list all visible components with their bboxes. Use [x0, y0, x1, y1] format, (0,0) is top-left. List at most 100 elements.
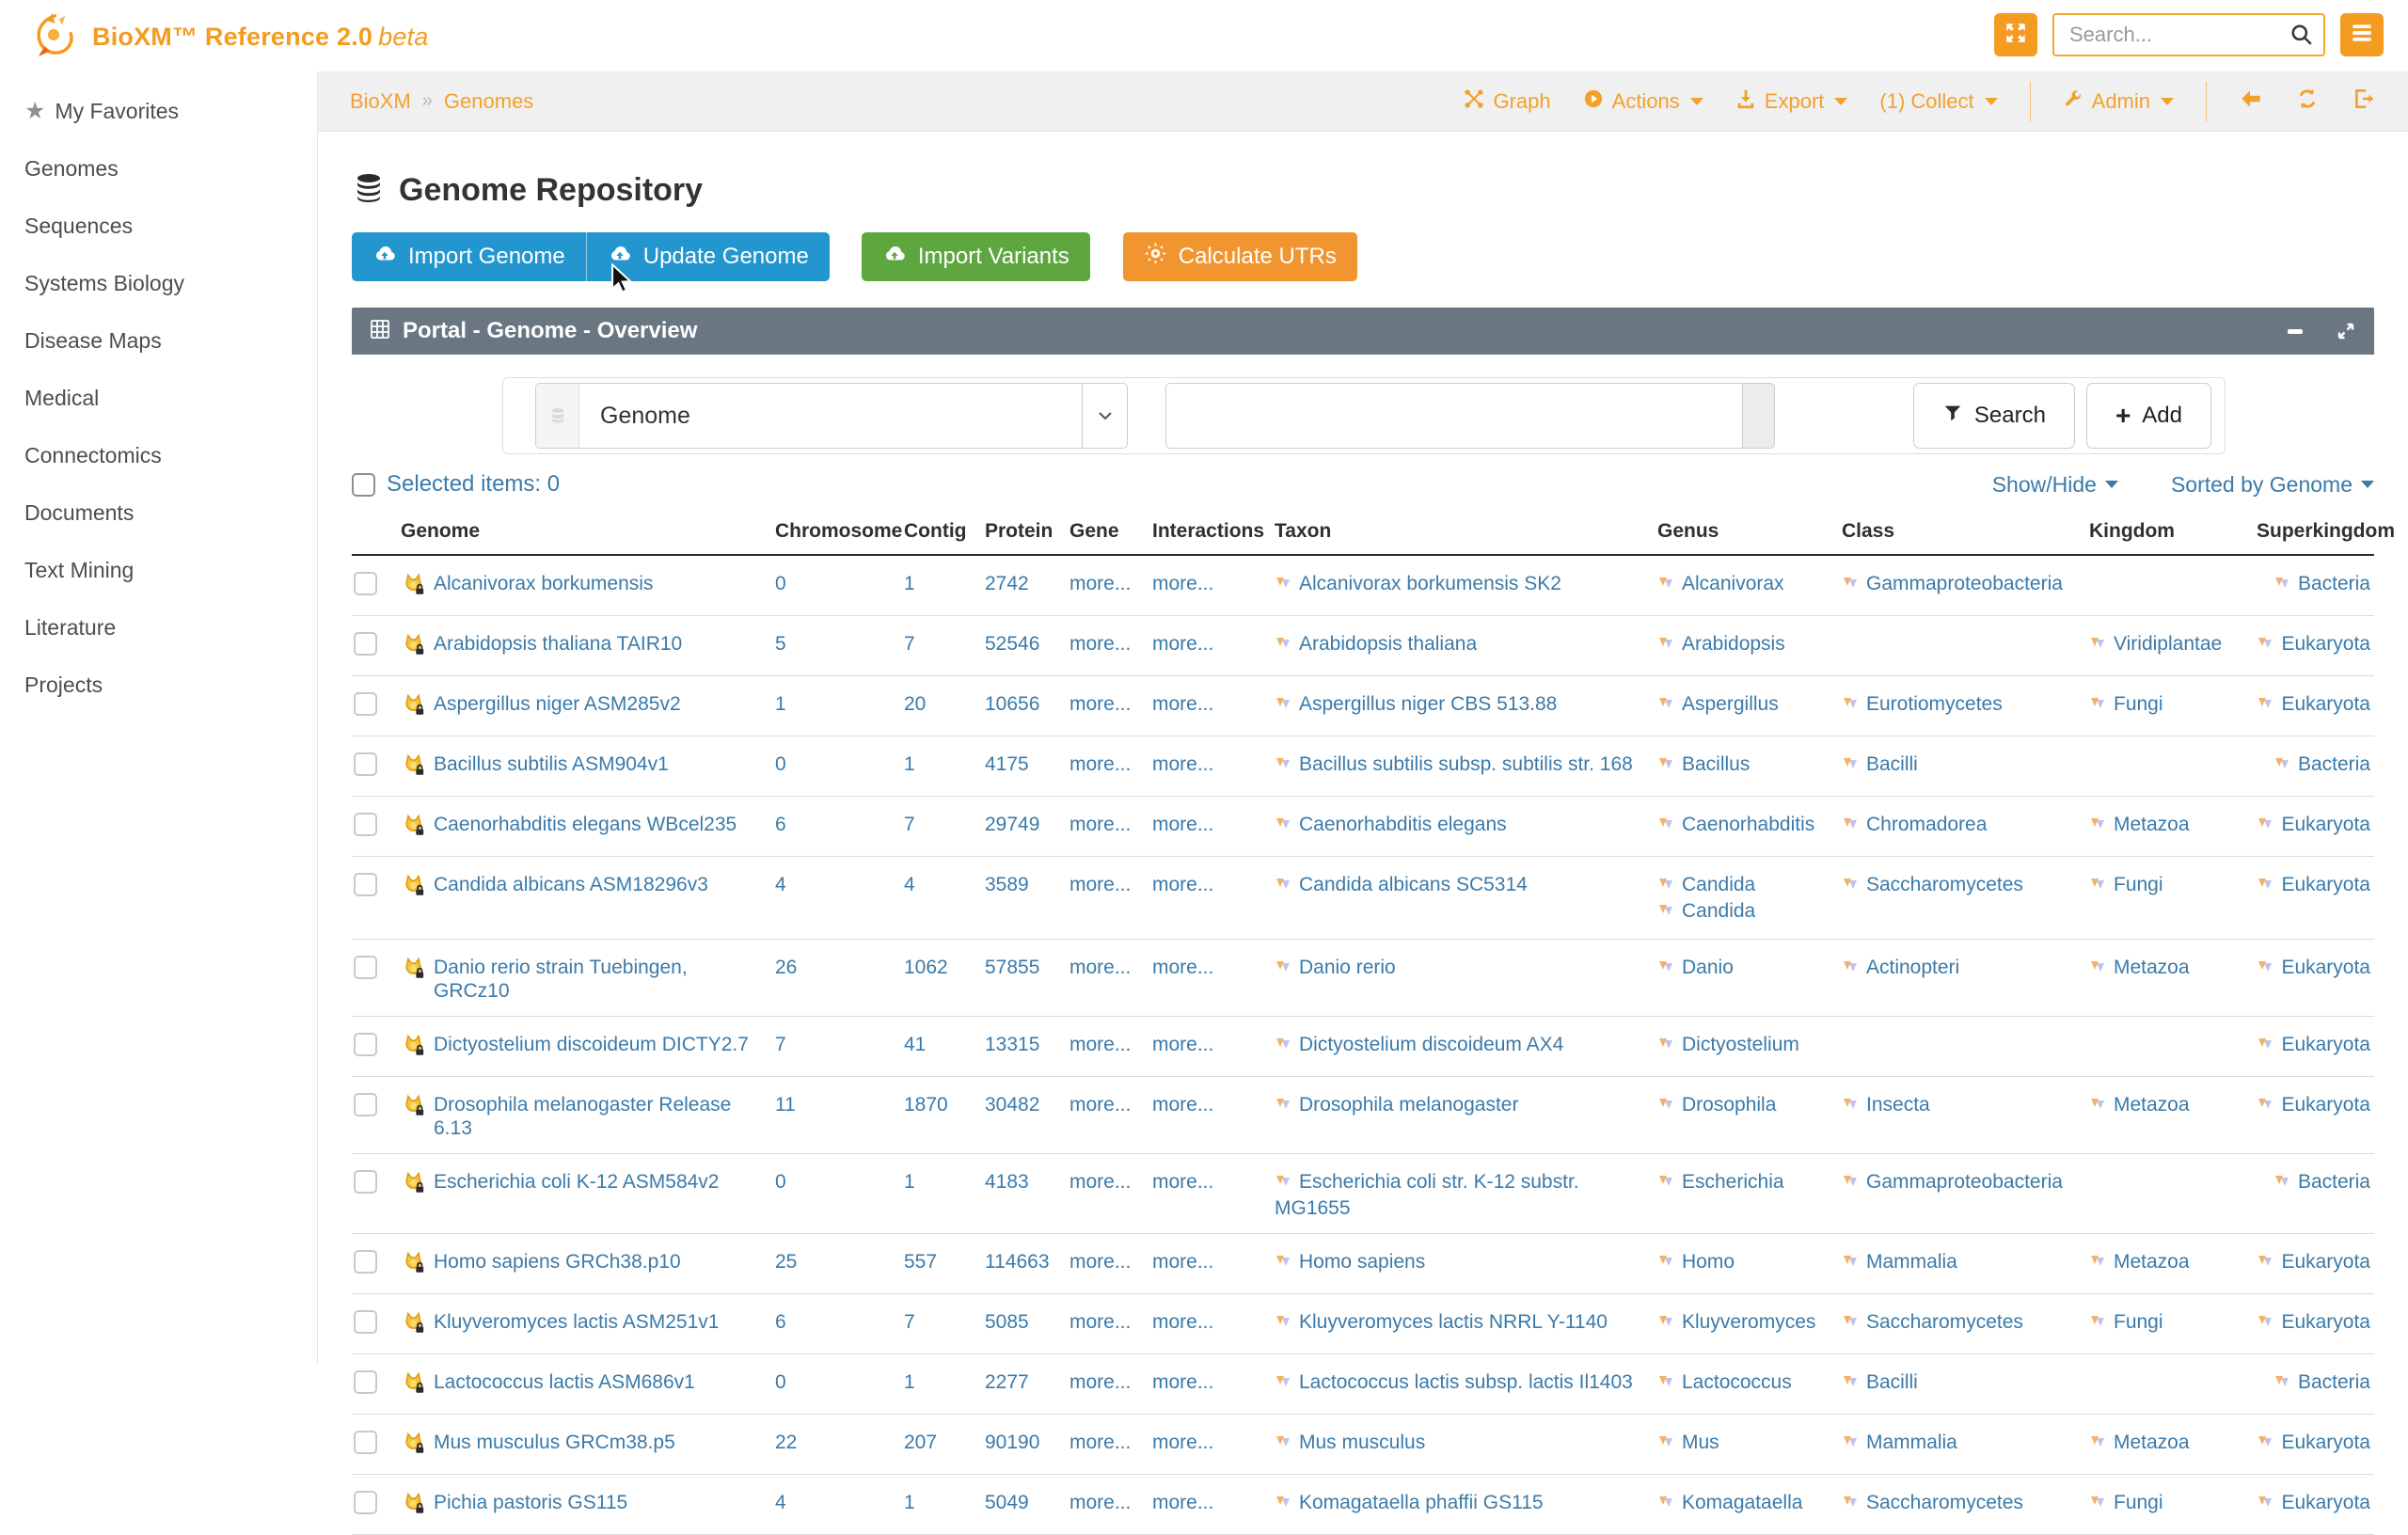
sign-out-button[interactable] — [2352, 87, 2376, 116]
superkingdom-link[interactable]: Eukaryota — [2281, 1094, 2370, 1116]
breadcrumb-genomes[interactable]: Genomes — [444, 89, 533, 114]
protein-count-link[interactable]: 29749 — [985, 814, 1039, 835]
interactions-more-link[interactable]: more... — [1152, 1094, 1213, 1116]
genome-link[interactable]: Mus musculus GRCm38.p5 — [434, 1431, 675, 1454]
contig-count-link[interactable]: 1870 — [904, 1094, 948, 1116]
protein-count-link[interactable]: 52546 — [985, 633, 1039, 655]
superkingdom-link[interactable]: Eukaryota — [2281, 1311, 2370, 1333]
gene-more-link[interactable]: more... — [1069, 1094, 1131, 1116]
genus-link[interactable]: Escherichia — [1682, 1171, 1784, 1193]
row-checkbox[interactable] — [354, 956, 377, 979]
row-checkbox[interactable] — [354, 1310, 377, 1334]
contig-count-link[interactable]: 1 — [904, 1492, 915, 1513]
taxon-link[interactable]: Candida albicans SC5314 — [1299, 874, 1528, 895]
sidebar-item-systems-biology[interactable]: Systems Biology — [0, 255, 317, 312]
gene-more-link[interactable]: more... — [1069, 693, 1131, 715]
chromosome-count-link[interactable]: 22 — [775, 1432, 797, 1453]
row-checkbox[interactable] — [354, 1033, 377, 1056]
contig-count-link[interactable]: 20 — [904, 693, 926, 715]
kingdom-link[interactable]: Fungi — [2114, 1311, 2163, 1333]
gene-more-link[interactable]: more... — [1069, 1492, 1131, 1513]
genome-link[interactable]: Bacillus subtilis ASM904v1 — [434, 752, 669, 776]
row-checkbox[interactable] — [354, 1250, 377, 1274]
sidebar-item-medical[interactable]: Medical — [0, 370, 317, 427]
superkingdom-link[interactable]: Eukaryota — [2281, 1432, 2370, 1453]
superkingdom-link[interactable]: Eukaryota — [2281, 1492, 2370, 1513]
interactions-more-link[interactable]: more... — [1152, 1171, 1213, 1193]
query-input-addon[interactable] — [1742, 384, 1774, 448]
superkingdom-link[interactable]: Bacteria — [2298, 1171, 2370, 1193]
genus-link[interactable]: Lactococcus — [1682, 1371, 1792, 1393]
superkingdom-link[interactable]: Eukaryota — [2281, 633, 2370, 655]
gene-more-link[interactable]: more... — [1069, 633, 1131, 655]
genome-link[interactable]: Kluyveromyces lactis ASM251v1 — [434, 1310, 719, 1334]
contig-count-link[interactable]: 7 — [904, 814, 915, 835]
genus-link[interactable]: Dictyostelium — [1682, 1034, 1799, 1055]
taxon-link[interactable]: Arabidopsis thaliana — [1299, 633, 1477, 655]
taxon-link[interactable]: Lactococcus lactis subsp. lactis Il1403 — [1299, 1371, 1633, 1393]
interactions-more-link[interactable]: more... — [1152, 957, 1213, 978]
genus-link[interactable]: Kluyveromyces — [1682, 1311, 1815, 1333]
genome-link[interactable]: Danio rerio strain Tuebingen, GRCz10 — [434, 956, 768, 1003]
gene-more-link[interactable]: more... — [1069, 1171, 1131, 1193]
superkingdom-link[interactable]: Eukaryota — [2281, 1251, 2370, 1273]
kingdom-link[interactable]: Metazoa — [2114, 1432, 2190, 1453]
chromosome-count-link[interactable]: 6 — [775, 814, 786, 835]
row-checkbox[interactable] — [354, 813, 377, 836]
genome-link[interactable]: Arabidopsis thaliana TAIR10 — [434, 632, 682, 656]
kingdom-link[interactable]: Metazoa — [2114, 957, 2190, 978]
taxon-link[interactable]: Escherichia coli str. K-12 substr. MG165… — [1275, 1171, 1579, 1219]
class-link[interactable]: Gammaproteobacteria — [1866, 1171, 2063, 1193]
contig-count-link[interactable]: 1062 — [904, 957, 948, 978]
interactions-more-link[interactable]: more... — [1152, 1371, 1213, 1393]
interactions-more-link[interactable]: more... — [1152, 1034, 1213, 1055]
interactions-more-link[interactable]: more... — [1152, 693, 1213, 715]
taxon-link[interactable]: Danio rerio — [1299, 957, 1396, 978]
taxon-link[interactable]: Kluyveromyces lactis NRRL Y-1140 — [1299, 1311, 1608, 1333]
genome-link[interactable]: Caenorhabditis elegans WBcel235 — [434, 813, 737, 836]
genome-link[interactable]: Alcanivorax borkumensis — [434, 572, 653, 595]
chromosome-count-link[interactable]: 0 — [775, 1171, 786, 1193]
chromosome-count-link[interactable]: 25 — [775, 1251, 797, 1273]
actions-dropdown[interactable]: Actions — [1583, 88, 1703, 115]
sorted-by-dropdown[interactable]: Sorted by Genome — [2171, 472, 2374, 498]
row-checkbox[interactable] — [354, 632, 377, 656]
class-link[interactable]: Actinopteri — [1866, 957, 1959, 978]
contig-count-link[interactable]: 1 — [904, 573, 915, 594]
gene-more-link[interactable]: more... — [1069, 753, 1131, 775]
sidebar-item-my-favorites[interactable]: ★ My Favorites — [0, 83, 317, 140]
gene-more-link[interactable]: more... — [1069, 1311, 1131, 1333]
superkingdom-link[interactable]: Eukaryota — [2281, 693, 2370, 715]
contig-count-link[interactable]: 207 — [904, 1432, 937, 1453]
update-genome-button[interactable]: Update Genome — [587, 232, 830, 281]
gene-more-link[interactable]: more... — [1069, 1251, 1131, 1273]
class-link[interactable]: Insecta — [1866, 1094, 1930, 1116]
selected-items-label[interactable]: Selected items: 0 — [387, 471, 560, 498]
taxon-link[interactable]: Bacillus subtilis subsp. subtilis str. 1… — [1299, 753, 1633, 775]
taxon-link[interactable]: Mus musculus — [1299, 1432, 1425, 1453]
chromosome-count-link[interactable]: 4 — [775, 874, 786, 895]
chromosome-count-link[interactable]: 0 — [775, 753, 786, 775]
genus-link[interactable]: Arabidopsis — [1682, 633, 1785, 655]
kingdom-link[interactable]: Metazoa — [2114, 1094, 2190, 1116]
protein-count-link[interactable]: 3589 — [985, 874, 1029, 895]
chromosome-count-link[interactable]: 1 — [775, 693, 786, 715]
select-all-checkbox[interactable] — [352, 473, 375, 497]
import-variants-button[interactable]: Import Variants — [862, 232, 1090, 281]
expand-arrows-button[interactable] — [1994, 13, 2037, 56]
genome-link[interactable]: Lactococcus lactis ASM686v1 — [434, 1370, 695, 1394]
chromosome-count-link[interactable]: 4 — [775, 1492, 786, 1513]
contig-count-link[interactable]: 41 — [904, 1034, 926, 1055]
kingdom-link[interactable]: Fungi — [2114, 874, 2163, 895]
interactions-more-link[interactable]: more... — [1152, 573, 1213, 594]
sidebar-item-projects[interactable]: Projects — [0, 657, 317, 714]
contig-count-link[interactable]: 1 — [904, 1371, 915, 1393]
protein-count-link[interactable]: 13315 — [985, 1034, 1039, 1055]
taxon-link[interactable]: Aspergillus niger CBS 513.88 — [1299, 693, 1557, 715]
contig-count-link[interactable]: 7 — [904, 1311, 915, 1333]
global-search-input[interactable] — [2052, 13, 2325, 56]
contig-count-link[interactable]: 1 — [904, 753, 915, 775]
genus-link[interactable]: Bacillus — [1682, 753, 1750, 775]
show-hide-dropdown[interactable]: Show/Hide — [1992, 472, 2118, 498]
sidebar-item-documents[interactable]: Documents — [0, 484, 317, 542]
